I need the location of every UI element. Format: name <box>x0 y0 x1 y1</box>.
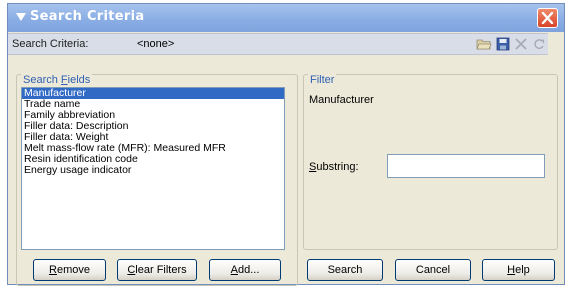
filter-title: Filter <box>308 74 337 86</box>
clear-filters-button[interactable]: Clear Filters <box>117 259 197 281</box>
criteria-label: Search Criteria: <box>12 38 89 50</box>
open-folder-icon[interactable] <box>476 37 492 51</box>
title-bar[interactable]: Search Criteria <box>8 4 564 32</box>
close-button[interactable] <box>537 8 558 28</box>
save-icon[interactable] <box>495 37 511 51</box>
add-button[interactable]: Add... <box>209 259 281 281</box>
list-item[interactable]: Energy usage indicator <box>22 165 284 176</box>
refresh-icon[interactable] <box>531 37 547 51</box>
search-fields-title: Search Fields <box>21 74 93 86</box>
filter-field-name: Manufacturer <box>309 94 374 106</box>
search-button[interactable]: Search <box>307 259 383 281</box>
cancel-button[interactable]: Cancel <box>395 259 471 281</box>
criteria-bar: Search Criteria: <none> <box>8 33 548 55</box>
delete-icon[interactable] <box>513 37 529 51</box>
remove-button[interactable]: Remove <box>33 259 106 281</box>
criteria-value: <none> <box>137 38 175 50</box>
search-fields-list[interactable]: Manufacturer Trade name Family abbreviat… <box>21 87 285 250</box>
close-icon <box>541 12 554 24</box>
collapse-arrow-icon[interactable] <box>16 13 26 21</box>
help-button[interactable]: Help <box>482 259 555 281</box>
substring-input[interactable] <box>387 154 545 178</box>
dialog-title: Search Criteria <box>30 9 145 24</box>
substring-label: Substring: <box>309 161 359 173</box>
